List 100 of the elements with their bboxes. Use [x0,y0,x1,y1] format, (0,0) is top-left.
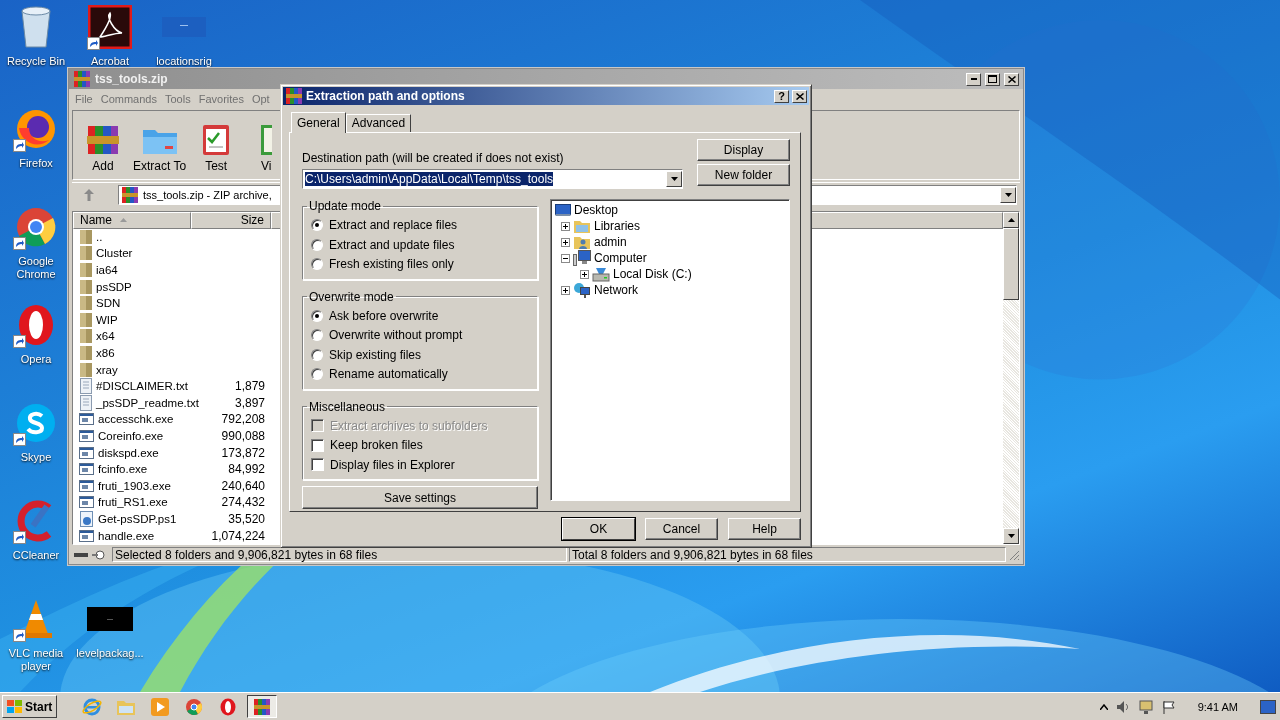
file-name[interactable]: #DISCLAIMER.txt [96,380,189,393]
desktop-icon-label[interactable]: CCleaner [12,549,60,562]
folder-icon [79,245,93,262]
close-button[interactable] [1004,72,1019,86]
maximize-icon [988,75,997,83]
column-header[interactable]: Size [191,212,271,229]
file-name[interactable]: handle.exe [98,529,155,542]
shortcut-arrow-icon [13,139,26,152]
plus-icon [562,238,569,246]
file-name[interactable]: accesschk.exe [98,413,174,426]
desktop-icon-label[interactable]: Google Chrome [0,255,72,281]
file-name[interactable]: _psSDP_readme.txt [96,396,199,409]
shortcut-arrow-icon [13,629,26,642]
desktop-icon-label[interactable]: Opera [20,353,52,366]
dialog-button[interactable]: OK [562,518,635,540]
chrome-logo-icon [185,697,204,716]
file-name[interactable]: ia64 [96,264,118,277]
save-settings-button[interactable]: Save settings [302,486,538,509]
expand-toggle[interactable] [561,237,570,247]
tree-item[interactable]: Libraries [594,219,641,233]
scroll-down-icon [1007,534,1015,538]
close-button[interactable] [792,89,807,103]
radio-button[interactable] [311,219,323,232]
folder-tree[interactable]: Desktop Libraries admin Computer Local Disk (C:) Network [550,199,790,501]
file-name[interactable]: Cluster [96,247,133,260]
toolbar-button[interactable]: Add [81,122,125,173]
toolbar-button[interactable]: Extract To [131,122,189,173]
file-name[interactable]: fcinfo.exe [98,463,148,476]
tree-item[interactable]: admin [594,235,627,249]
toolbar-button[interactable]: Test [194,122,239,173]
column-header[interactable]: Name [73,212,191,229]
file-name[interactable]: fruti_1903.exe [98,479,171,492]
minimize-button[interactable] [966,72,981,86]
start-button[interactable]: Start [2,695,58,718]
document-app-icon [88,5,132,49]
column-title: Name [80,213,112,228]
network-icon [1137,698,1154,715]
script-file-icon [79,511,95,527]
dialog-button[interactable]: New folder [697,164,790,186]
book-icon [260,122,273,156]
scrollbar[interactable] [1003,212,1019,544]
dialog-button[interactable]: Cancel [645,518,718,540]
windows-logo-icon [7,699,23,714]
file-name[interactable]: psSDP [96,280,132,293]
group-title: Overwrite mode [308,289,395,304]
checkbox[interactable] [311,438,324,452]
tree-item[interactable]: Network [594,283,638,297]
window-title: tss_tools.zip [95,72,169,86]
radio-button[interactable] [311,368,323,381]
desktop-icon-label[interactable]: Recycle Bin [6,55,66,68]
file-name[interactable]: x86 [96,347,115,360]
radio-button[interactable] [311,309,323,322]
tab[interactable]: General [291,112,346,133]
dialog-title: Extraction path and options [306,89,466,103]
radio-button[interactable] [311,329,323,342]
expand-toggle[interactable] [580,269,589,279]
file-name[interactable]: Get-psSDP.ps1 [98,513,177,525]
file-name[interactable]: .. [96,230,103,243]
file-name[interactable]: Coreinfo.exe [98,430,164,442]
dialog-button[interactable]: Help [728,518,801,540]
expand-toggle[interactable] [561,221,570,231]
file-name[interactable]: x64 [96,330,115,343]
expand-toggle[interactable] [561,253,570,263]
help-button[interactable]: ? [774,89,789,103]
desktop-icon-label[interactable]: Acrobat [91,55,129,68]
file-size: 792,208 [220,412,266,427]
taskbar-button[interactable] [247,695,278,718]
file-name[interactable]: diskspd.exe [98,446,159,459]
radio-button[interactable] [311,258,323,271]
stacked-books-icon [253,697,272,716]
stacked-books-icon [121,186,139,204]
folder-icon [79,311,93,328]
option-label: Extract archives to subfolders [330,418,488,433]
file-name[interactable]: WIP [96,313,118,326]
tab[interactable]: Advanced [345,114,412,132]
program-window-icon [79,429,95,443]
maximize-button[interactable] [985,72,1000,86]
shortcut-arrow-icon [13,237,26,250]
shortcut-arrow-icon [13,433,26,446]
file-name[interactable]: SDN [96,297,121,310]
play-icon [150,696,171,717]
tree-item[interactable]: Desktop [574,203,619,217]
expand-toggle[interactable] [561,285,570,295]
opera-logo-icon [219,697,238,716]
chrome-logo-icon [15,206,57,248]
file-size: 1,074,224 [210,528,266,543]
path-field[interactable]: C:\Users\admin\AppData\Local\Temp\tss_tools [302,169,683,189]
tree-item[interactable]: Local Disk (C:) [613,267,692,281]
dialog-button[interactable]: Display [697,139,790,161]
desktop-icon-label[interactable]: Firefox [19,157,53,170]
folder-icon [79,345,93,362]
file-name[interactable]: xray [96,363,118,376]
file-name[interactable]: fruti_RS1.exe [98,496,168,509]
checkbox[interactable] [311,458,324,472]
scroll-thumb[interactable] [1003,228,1019,300]
show-desktop-icon [1260,699,1276,714]
tree-item[interactable]: Computer [594,251,647,265]
desktop-icon-label[interactable]: Skype [20,451,52,464]
clock[interactable]: 9:41 AM [1197,700,1238,713]
desktop-icon-label[interactable]: locationsrig [156,55,212,68]
